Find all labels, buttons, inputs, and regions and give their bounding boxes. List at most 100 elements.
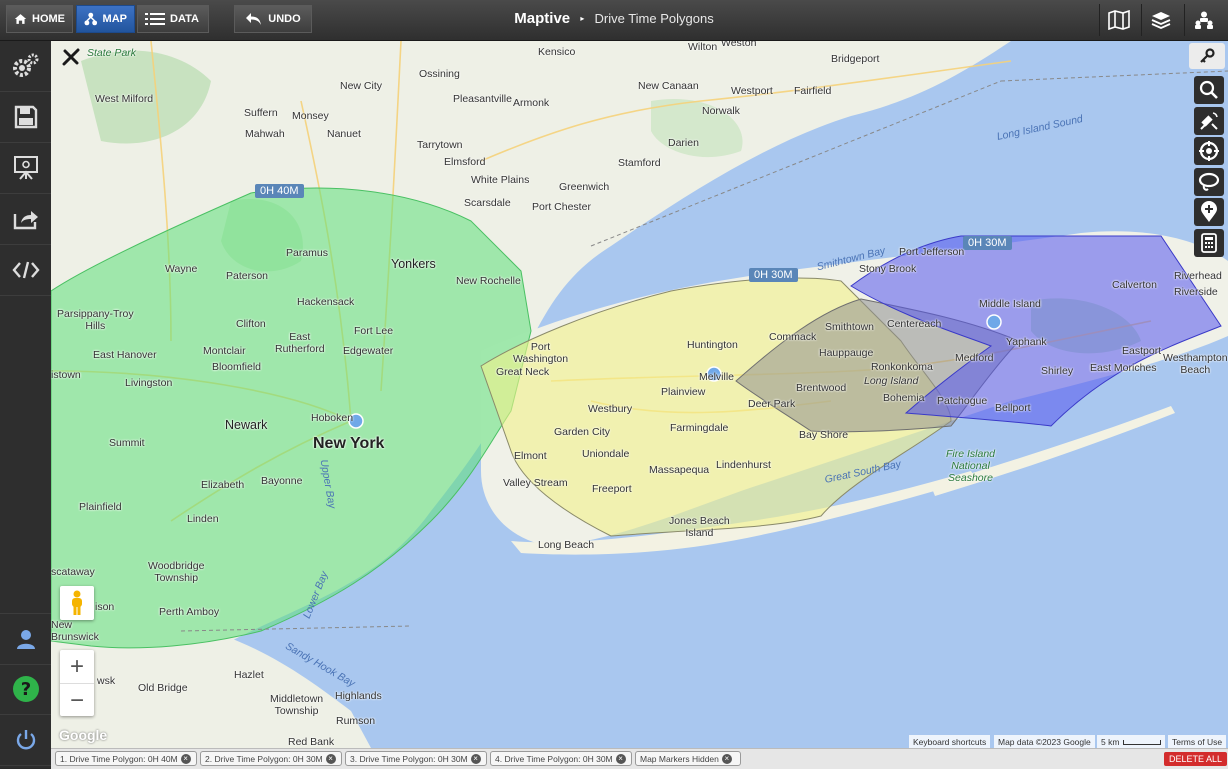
place-label: Armonk <box>513 97 550 109</box>
add-marker-tool-button[interactable] <box>1194 198 1224 226</box>
place-label: Long Beach <box>538 539 595 551</box>
home-button[interactable]: HOME <box>6 5 73 33</box>
zoom-out-button[interactable]: − <box>60 684 94 717</box>
undo-label: UNDO <box>268 13 301 25</box>
satellite-icon <box>1200 112 1218 130</box>
map-button[interactable]: MAP <box>76 5 135 33</box>
help-button[interactable]: ? <box>0 664 51 715</box>
map-title: Drive Time Polygons <box>594 11 714 26</box>
save-button[interactable] <box>0 92 51 143</box>
place-label: Commack <box>769 331 817 343</box>
pegman-icon <box>72 590 82 615</box>
place-label: Yaphank <box>1006 336 1047 348</box>
lasso-icon <box>1198 172 1220 191</box>
place-label: Mahwah <box>245 128 285 140</box>
scale-bar[interactable]: 5 km <box>1097 735 1166 748</box>
map-canvas[interactable]: 0H 40M 0H 30M 0H 30M New York Yonkers Ne… <box>51 41 1228 748</box>
app-name: Maptive <box>514 10 571 27</box>
close-icon[interactable]: × <box>615 753 626 764</box>
place-label: Ronkonkoma <box>871 361 933 373</box>
svg-text:?: ? <box>20 679 30 700</box>
calculator-tool-button[interactable] <box>1194 229 1224 257</box>
settings-button[interactable] <box>0 41 51 92</box>
place-label: Bellport <box>995 402 1031 414</box>
satellite-tool-button[interactable] <box>1194 107 1224 135</box>
place-label: Centereach <box>887 318 942 330</box>
place-label: Newark <box>225 418 268 432</box>
scale-label: 5 km <box>1101 737 1120 747</box>
target-tool-button[interactable] <box>1194 137 1224 165</box>
place-label: Bridgeport <box>831 53 880 65</box>
hierarchy-button[interactable] <box>1184 4 1223 36</box>
close-icon[interactable]: × <box>325 753 336 764</box>
add-marker-icon <box>1201 201 1217 222</box>
filter-chip[interactable]: 1. Drive Time Polygon: 0H 40M × <box>55 751 197 766</box>
place-label: Port Jefferson <box>899 246 965 258</box>
place-label: Clifton <box>236 318 266 330</box>
filter-chip[interactable]: 2. Drive Time Polygon: 0H 30M × <box>200 751 342 766</box>
place-label: Calverton <box>1112 279 1157 291</box>
place-label: East Rutherford <box>275 331 325 355</box>
filter-chip[interactable]: 4. Drive Time Polygon: 0H 30M × <box>490 751 632 766</box>
place-label: Melville <box>699 371 735 383</box>
street-view-pegman[interactable] <box>60 586 94 620</box>
chip-label: 1. Drive Time Polygon: 0H 40M <box>60 753 178 764</box>
keyboard-shortcuts-link[interactable]: Keyboard shortcuts <box>909 735 991 748</box>
place-label: Elmont <box>514 450 547 462</box>
close-icon[interactable]: × <box>721 753 732 764</box>
home-label: HOME <box>32 13 65 25</box>
logout-button[interactable] <box>0 715 51 766</box>
share-button[interactable] <box>0 194 51 245</box>
place-label: Stamford <box>618 157 661 169</box>
map-view-button[interactable] <box>1099 4 1138 36</box>
place-label: West Milford <box>95 93 154 105</box>
place-label: Norwalk <box>702 105 740 117</box>
user-button[interactable] <box>0 613 51 665</box>
calculator-icon <box>1201 233 1217 253</box>
undo-button[interactable]: UNDO <box>234 5 312 33</box>
close-icon[interactable]: × <box>180 753 191 764</box>
place-label: New York <box>313 435 385 452</box>
undo-icon <box>246 13 262 25</box>
place-label: Garden City <box>554 426 611 438</box>
close-icon[interactable]: × <box>470 753 481 764</box>
place-label: Stony Brook <box>859 263 917 275</box>
data-button[interactable]: DATA <box>137 5 209 33</box>
place-label: Huntington <box>687 339 738 351</box>
zoom-in-button[interactable]: + <box>60 650 94 684</box>
place-label: Long Island <box>864 375 919 387</box>
filter-chip-bar: 1. Drive Time Polygon: 0H 40M × 2. Drive … <box>51 748 1228 769</box>
place-label: Hauppauge <box>819 347 874 359</box>
place-label: Rumson <box>336 715 376 727</box>
map-tools-button[interactable] <box>59 45 83 69</box>
place-label: East Moriches <box>1090 362 1157 374</box>
wrench-screwdriver-icon <box>62 48 80 66</box>
lasso-tool-button[interactable] <box>1194 168 1224 196</box>
key-icon <box>1200 48 1215 63</box>
place-label: Linden <box>187 513 219 525</box>
place-label: Fairfield <box>794 85 832 97</box>
map-view-icon <box>1108 10 1130 30</box>
place-label: Plainfield <box>79 501 122 513</box>
place-label: Westbury <box>588 403 633 415</box>
layers-button[interactable] <box>1141 4 1180 36</box>
presentation-icon <box>13 156 38 180</box>
map-label: MAP <box>102 13 127 25</box>
place-label: Woodbridge Township <box>148 560 205 584</box>
place-label: Westport <box>731 85 773 97</box>
place-label: Perth Amboy <box>159 606 220 618</box>
embed-button[interactable] <box>0 245 51 296</box>
place-label: Westhampton Beach <box>1163 352 1228 376</box>
search-tool-button[interactable] <box>1194 76 1224 104</box>
polygon-time-tag: 0H 30M <box>749 268 798 282</box>
place-label: Middletown Township <box>270 693 324 717</box>
presentation-button[interactable] <box>0 143 51 194</box>
terms-of-use-link[interactable]: Terms of Use <box>1168 735 1227 748</box>
google-logo: Google <box>59 727 108 743</box>
delete-all-button[interactable]: DELETE ALL <box>1164 752 1228 766</box>
map-base <box>51 41 1228 748</box>
map-key-button[interactable] <box>1189 43 1225 69</box>
filter-chip[interactable]: 3. Drive Time Polygon: 0H 30M × <box>345 751 487 766</box>
place-label: Massapequa <box>649 464 710 476</box>
filter-chip[interactable]: Map Markers Hidden × <box>635 751 741 766</box>
